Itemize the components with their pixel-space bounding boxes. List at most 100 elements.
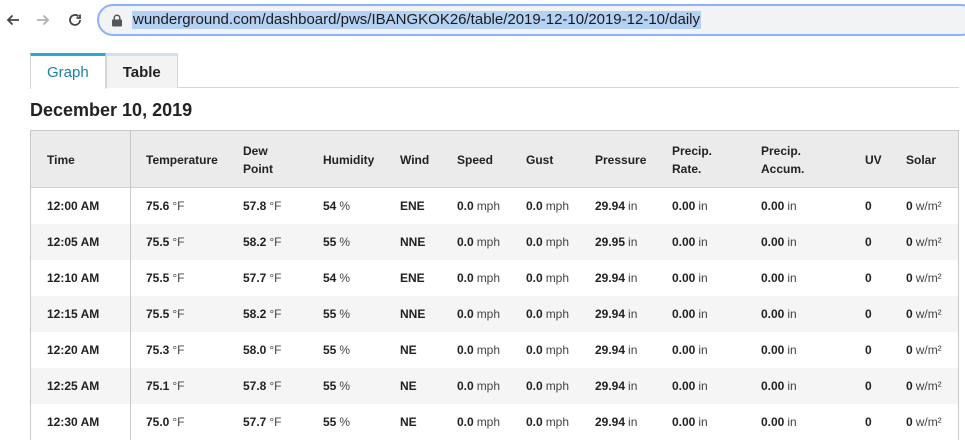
cell-value: 0.00 — [761, 271, 785, 285]
cell-wind: NNE — [400, 307, 426, 321]
cell-unit: in — [698, 415, 708, 429]
cell-value: 58.0 — [243, 343, 267, 357]
header-uv[interactable]: UV — [865, 131, 882, 188]
cell-temperature: 75.0 °F — [146, 404, 185, 440]
view-tabs: Graph Table — [30, 53, 178, 89]
cell-value: 75.3 — [146, 343, 170, 357]
address-bar[interactable]: wunderground.com/dashboard/pws/IBANGKOK2… — [97, 4, 965, 36]
header-precip-accum-line2: Accum. — [761, 161, 805, 176]
header-precip-accum[interactable]: Precip. Accum. — [761, 131, 804, 188]
cell-value: 29.94 — [595, 343, 626, 357]
cell-precip-accum: 0.00 in — [761, 224, 797, 260]
observations-table: Time Temperature Dew Point Humidity Wind… — [30, 130, 959, 440]
page-title: December 10, 2019 — [30, 100, 193, 120]
cell-gust: 0.0 mph — [526, 188, 569, 224]
cell-humidity: 55% — [323, 332, 350, 368]
cell-value: 57.8 — [243, 379, 267, 393]
cell-time: 12:25 AM — [47, 379, 100, 393]
header-solar[interactable]: Solar — [906, 131, 936, 188]
cell-humidity: 55% — [323, 368, 350, 404]
cell-value: 57.7 — [243, 271, 267, 285]
cell-value: 0.00 — [672, 379, 696, 393]
forward-arrow-icon[interactable] — [32, 9, 54, 31]
cell-value: 0.00 — [761, 235, 785, 249]
cell-unit: in — [787, 235, 797, 249]
cell-value: 29.95 — [595, 235, 626, 249]
cell-unit: °F — [269, 415, 282, 429]
cell-unit: °F — [172, 379, 185, 393]
cell-unit: w/m² — [915, 307, 942, 321]
cell-unit: in — [628, 235, 638, 249]
tab-table[interactable]: Table — [105, 53, 178, 88]
cell-unit: °F — [269, 307, 282, 321]
cell-pressure: 29.94 in — [595, 368, 637, 404]
time-column-divider — [130, 131, 131, 440]
url-text[interactable]: wunderground.com/dashboard/pws/IBANGKOK2… — [132, 11, 702, 29]
cell-precip-rate: 0.00 in — [672, 224, 708, 260]
table-row: 12:30 AM 75.0 °F 57.7 °F 55% NE 0.0 mph 0.0 mph 29.… — [31, 404, 958, 440]
header-precip-rate[interactable]: Precip. Rate. — [672, 131, 712, 188]
header-humidity[interactable]: Humidity — [323, 131, 374, 188]
cell-value: 0.0 — [457, 379, 474, 393]
cell-unit: % — [339, 199, 351, 213]
cell-value: 75.5 — [146, 307, 170, 321]
cell-solar: 0 w/m² — [906, 188, 942, 224]
cell-unit: mph — [476, 235, 501, 249]
back-arrow-icon[interactable] — [2, 9, 24, 31]
cell-value: 55 — [323, 415, 337, 429]
table-row: 12:00 AM 75.6 °F 57.8 °F 54% ENE 0.0 mph 0.0 mph 29… — [31, 188, 958, 224]
reload-icon[interactable] — [64, 9, 86, 31]
cell-unit: °F — [172, 271, 185, 285]
header-time[interactable]: Time — [47, 131, 75, 188]
cell-gust: 0.0 mph — [526, 260, 569, 296]
cell-value: 75.0 — [146, 415, 170, 429]
cell-unit: mph — [545, 343, 570, 357]
cell-solar: 0 w/m² — [906, 296, 942, 332]
header-dew-point-line1: Dew — [243, 143, 268, 158]
cell-dew-point: 58.2 °F — [243, 224, 282, 260]
header-wind[interactable]: Wind — [400, 131, 429, 188]
cell-unit: mph — [545, 271, 570, 285]
tab-graph[interactable]: Graph — [30, 53, 106, 89]
cell-unit: mph — [545, 199, 570, 213]
cell-unit: °F — [269, 235, 282, 249]
cell-unit: in — [628, 379, 638, 393]
header-temperature[interactable]: Temperature — [146, 131, 218, 188]
cell-precip-accum: 0.00 in — [761, 260, 797, 296]
cell-value: 0.0 — [526, 307, 543, 321]
cell-unit: in — [787, 379, 797, 393]
cell-precip-rate: 0.00 in — [672, 296, 708, 332]
browser-toolbar: wunderground.com/dashboard/pws/IBANGKOK2… — [0, 0, 965, 40]
cell-temperature: 75.1 °F — [146, 368, 185, 404]
cell-humidity: 54% — [323, 188, 350, 224]
cell-gust: 0.0 mph — [526, 224, 569, 260]
cell-value: 0.0 — [526, 379, 543, 393]
cell-time: 12:00 AM — [47, 199, 100, 213]
cell-humidity: 54% — [323, 260, 350, 296]
cell-unit: in — [787, 271, 797, 285]
cell-time: 12:05 AM — [47, 235, 100, 249]
header-speed[interactable]: Speed — [457, 131, 493, 188]
cell-unit: mph — [545, 307, 570, 321]
cell-unit: in — [698, 307, 708, 321]
cell-unit: % — [339, 379, 351, 393]
cell-unit: °F — [172, 307, 185, 321]
cell-value: 29.94 — [595, 307, 626, 321]
cell-uv: 0 — [865, 343, 872, 357]
cell-value: 29.94 — [595, 271, 626, 285]
header-gust[interactable]: Gust — [526, 131, 553, 188]
cell-temperature: 75.5 °F — [146, 260, 185, 296]
header-pressure[interactable]: Pressure — [595, 131, 646, 188]
cell-value: 0 — [906, 307, 913, 321]
cell-unit: mph — [476, 379, 501, 393]
header-dew-point[interactable]: Dew Point — [243, 131, 273, 188]
cell-wind: ENE — [400, 199, 425, 213]
cell-value: 0.0 — [526, 271, 543, 285]
cell-unit: in — [787, 307, 797, 321]
cell-pressure: 29.94 in — [595, 404, 637, 440]
cell-unit: % — [339, 307, 351, 321]
cell-unit: °F — [269, 199, 282, 213]
cell-value: 0.00 — [672, 235, 696, 249]
cell-value: 55 — [323, 343, 337, 357]
cell-value: 55 — [323, 379, 337, 393]
